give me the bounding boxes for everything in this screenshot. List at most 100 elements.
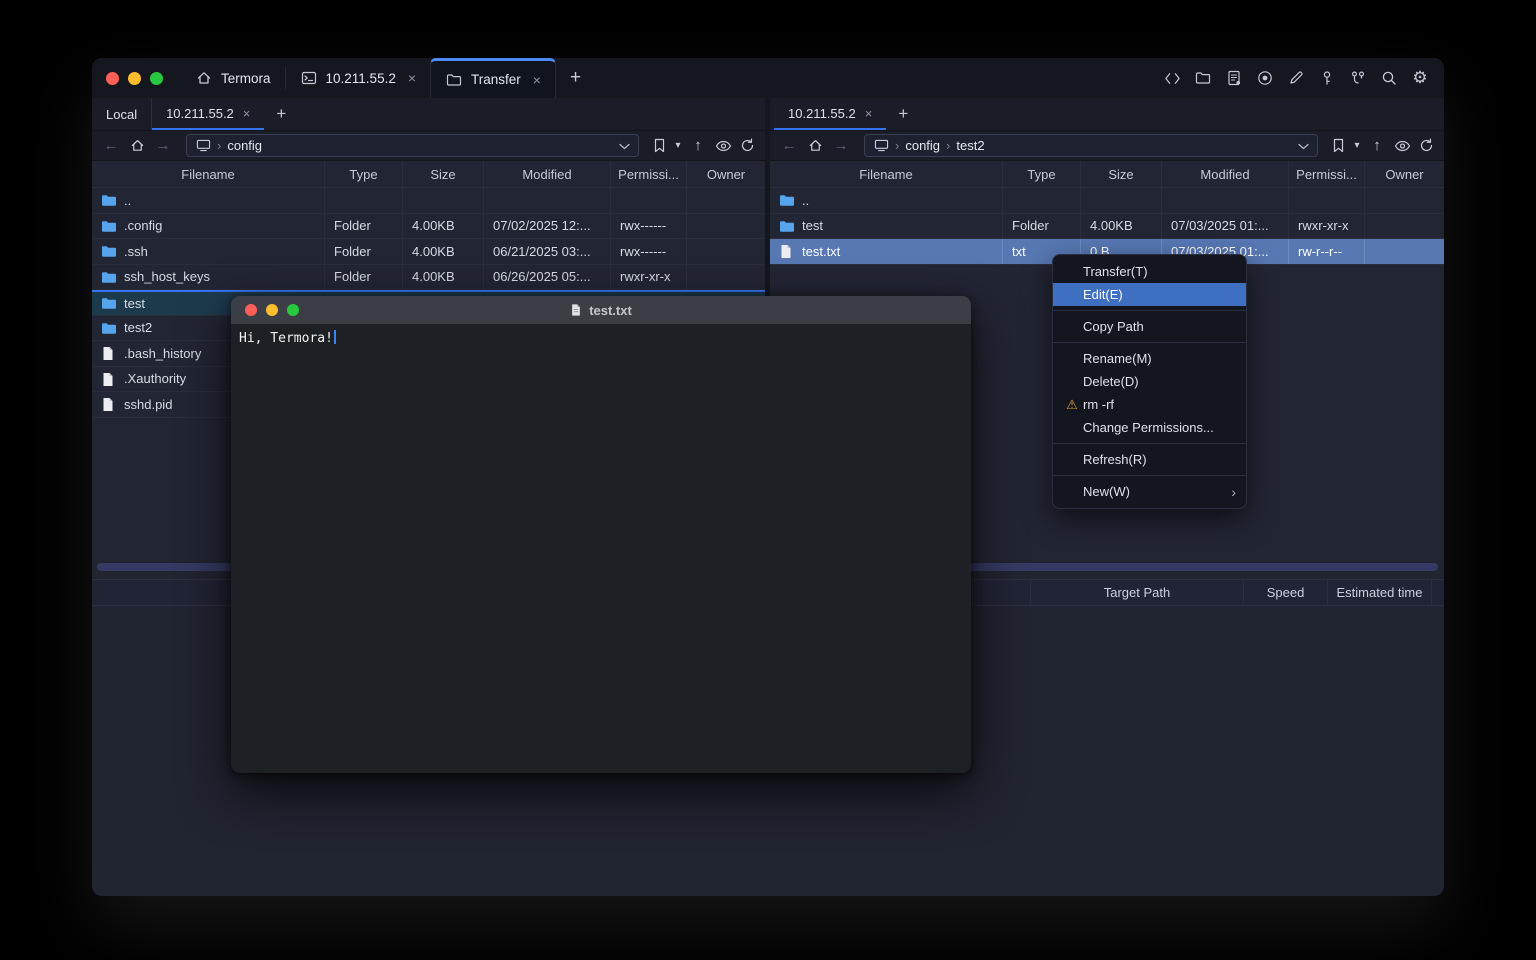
filename: ssh_host_keys [124, 269, 210, 284]
menu-item-rename[interactable]: Rename(M) [1053, 347, 1246, 370]
zoom-window-button[interactable] [150, 72, 163, 85]
column-header-filename[interactable]: Filename [92, 161, 325, 187]
transfer-column-spacer[interactable] [972, 580, 1030, 605]
column-header-permissions[interactable]: Permissi... [1289, 161, 1365, 187]
tab-remote-host[interactable]: 10.211.55.2 × [152, 98, 264, 130]
column-header-type[interactable]: Type [1003, 161, 1081, 187]
close-tab-icon[interactable]: × [533, 72, 541, 88]
file-size: 4.00KB [403, 239, 484, 264]
column-header-size[interactable]: Size [403, 161, 484, 187]
path-input[interactable]: › config [186, 134, 639, 157]
editor-titlebar[interactable]: test.txt [231, 296, 971, 324]
breadcrumb-segment[interactable]: config [905, 138, 940, 153]
edit-pencil-icon[interactable] [1284, 66, 1308, 90]
menu-separator [1053, 342, 1246, 343]
refresh-icon[interactable] [1416, 135, 1436, 157]
chevron-down-icon[interactable] [619, 137, 630, 155]
file-owner [1365, 214, 1444, 239]
refresh-icon[interactable] [737, 135, 757, 157]
column-header-estimated-time[interactable]: Estimated time [1327, 580, 1431, 605]
column-header-owner[interactable]: Owner [1365, 161, 1444, 187]
home-button[interactable] [804, 135, 826, 157]
forward-button[interactable]: → [152, 135, 174, 157]
close-tab-icon[interactable]: × [865, 106, 873, 121]
filename: .bash_history [124, 346, 201, 361]
tab-host-terminal[interactable]: 10.211.55.2 × [286, 58, 431, 98]
breadcrumb-segment[interactable]: config [227, 138, 262, 153]
forward-button[interactable]: → [830, 135, 852, 157]
path-input[interactable]: › config › test2 [864, 134, 1318, 157]
zoom-window-button[interactable] [287, 304, 299, 316]
menu-item-rm-rf[interactable]: ⚠ rm -rf [1053, 393, 1246, 416]
bookmark-icon[interactable] [1328, 135, 1348, 157]
column-header-filename[interactable]: Filename [770, 161, 1003, 187]
close-tab-icon[interactable]: × [243, 106, 251, 121]
column-header-speed[interactable]: Speed [1243, 580, 1327, 605]
tab-local[interactable]: Local [92, 98, 152, 130]
menu-item-label: Edit(E) [1083, 287, 1123, 302]
keychain-icon[interactable] [1346, 66, 1370, 90]
new-pane-tab-button[interactable]: + [886, 98, 920, 130]
table-row[interactable]: ssh_host_keys Folder 4.00KB 06/26/2025 0… [92, 265, 765, 291]
close-window-button[interactable] [106, 72, 119, 85]
chevron-down-icon[interactable] [1298, 137, 1309, 155]
tab-termora-home[interactable]: Termora [181, 58, 285, 98]
menu-item-delete[interactable]: Delete(D) [1053, 370, 1246, 393]
settings-gear-icon[interactable]: ⚙ [1408, 66, 1432, 90]
menu-separator [1053, 310, 1246, 311]
folder-icon [779, 193, 795, 207]
column-header-permissions[interactable]: Permissi... [611, 161, 687, 187]
table-row[interactable]: .config Folder 4.00KB 07/02/2025 12:... … [92, 214, 765, 240]
transfer-column-spacer[interactable] [1431, 580, 1444, 605]
search-icon[interactable] [1377, 66, 1401, 90]
tab-transfer[interactable]: Transfer × [430, 58, 556, 98]
file-permissions [1289, 188, 1365, 213]
menu-item-copy-path[interactable]: Copy Path [1053, 315, 1246, 338]
bookmark-dropdown-caret[interactable]: ▾ [1352, 140, 1362, 151]
show-hidden-eye-icon[interactable] [1392, 135, 1412, 157]
close-tab-icon[interactable]: × [408, 70, 416, 86]
menu-item-new[interactable]: New(W) › [1053, 480, 1246, 503]
table-row[interactable]: .ssh Folder 4.00KB 06/21/2025 03:... rwx… [92, 239, 765, 265]
back-button[interactable]: ← [100, 135, 122, 157]
log-document-icon[interactable] [1222, 66, 1246, 90]
show-hidden-eye-icon[interactable] [713, 135, 733, 157]
table-row[interactable]: .. [770, 188, 1444, 214]
column-header-target-path[interactable]: Target Path [1030, 580, 1243, 605]
minimize-window-button[interactable] [266, 304, 278, 316]
new-pane-tab-button[interactable]: + [264, 98, 298, 130]
column-header-modified[interactable]: Modified [1162, 161, 1289, 187]
file-size [403, 188, 484, 213]
menu-item-refresh[interactable]: Refresh(R) [1053, 448, 1246, 471]
bookmark-icon[interactable] [649, 135, 669, 157]
new-tab-button[interactable]: + [556, 58, 595, 98]
menu-item-label: Delete(D) [1083, 374, 1139, 389]
breadcrumb-segment[interactable]: test2 [956, 138, 984, 153]
menu-item-edit[interactable]: Edit(E) [1053, 283, 1246, 306]
editor-content[interactable]: Hi, Termora! [231, 324, 971, 352]
record-icon[interactable] [1253, 66, 1277, 90]
table-row[interactable]: test Folder 4.00KB 07/03/2025 01:... rwx… [770, 214, 1444, 240]
column-header-modified[interactable]: Modified [484, 161, 611, 187]
bookmark-dropdown-caret[interactable]: ▾ [673, 140, 683, 151]
upload-button[interactable]: ↑ [1366, 135, 1388, 157]
column-header-owner[interactable]: Owner [687, 161, 765, 187]
table-row[interactable]: .. [92, 188, 765, 214]
menu-item-transfer[interactable]: Transfer(T) [1053, 260, 1246, 283]
folder-icon [101, 321, 117, 335]
back-button[interactable]: ← [778, 135, 800, 157]
filename: .. [802, 193, 809, 208]
menu-item-change-permissions[interactable]: Change Permissions... [1053, 416, 1246, 439]
column-header-size[interactable]: Size [1081, 161, 1162, 187]
code-snippets-icon[interactable] [1160, 66, 1184, 90]
minimize-window-button[interactable] [128, 72, 141, 85]
key-icon[interactable] [1315, 66, 1339, 90]
tab-remote-host[interactable]: 10.211.55.2 × [774, 98, 886, 130]
filename: test.txt [802, 244, 840, 259]
folder-icon [101, 219, 117, 233]
upload-button[interactable]: ↑ [687, 135, 709, 157]
folder-icon[interactable] [1191, 66, 1215, 90]
column-header-type[interactable]: Type [325, 161, 403, 187]
home-button[interactable] [126, 135, 148, 157]
close-window-button[interactable] [245, 304, 257, 316]
